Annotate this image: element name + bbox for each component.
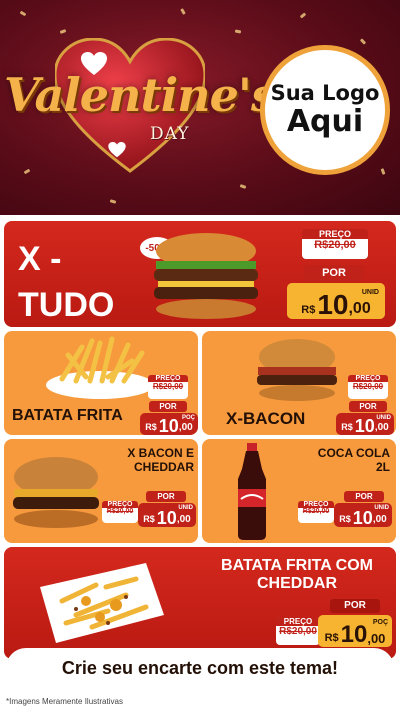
confetti — [380, 168, 386, 175]
item-name-line2: 2L — [375, 459, 390, 474]
old-price-box: PREÇO R$20,00 — [276, 617, 320, 645]
burger-image — [13, 457, 99, 528]
disclaimer-text: *Imagens Meramente Ilustrativas — [6, 697, 123, 706]
menu-card-x-bacon-cheddar: X BACON E CHEDDAR PREÇO R$20,00 POR R$ 1… — [4, 439, 198, 543]
por-label: POR — [344, 491, 384, 502]
item-name-line2: CHEDDAR — [134, 459, 194, 474]
price-tag: R$ 10 ,00 UNID — [334, 503, 392, 527]
soda-bottle-image — [238, 443, 266, 540]
price-integer: 10 — [156, 508, 177, 528]
confetti — [234, 29, 242, 34]
item-name-line1: X BACON E — [127, 446, 194, 460]
item-name: BATATA FRITA — [12, 407, 123, 424]
currency-label: R$ — [324, 632, 339, 644]
item-name-line2: CHEDDAR — [257, 575, 337, 593]
item-name: X BACON E CHEDDAR — [110, 446, 194, 475]
por-label: POR — [149, 401, 187, 412]
currency-label: R$ — [301, 304, 316, 316]
item-name-line1: BATATA FRITA COM — [221, 557, 373, 574]
confetti — [299, 12, 307, 19]
confetti — [180, 8, 186, 15]
price-integer: 10 — [158, 416, 179, 435]
confetti — [109, 199, 117, 204]
price-decimal: ,00 — [176, 514, 191, 525]
menu-card-x-bacon: X-BACON PREÇO R$20,00 POR R$ 10 ,00 UNID — [202, 331, 396, 435]
item-name: COCA COLA 2L — [294, 446, 390, 475]
price-decimal: ,00 — [374, 422, 389, 433]
burger-image — [257, 339, 337, 401]
old-price-value: R$20,00 — [352, 382, 384, 391]
old-price-box: PREÇO R$20,00 — [348, 375, 388, 399]
valentine-subtitle: DAY — [150, 124, 190, 144]
price-integer: 10 — [340, 621, 368, 648]
currency-label: R$ — [341, 422, 353, 432]
old-price-label: PREÇO — [348, 375, 388, 382]
price-tag: R$ 10 ,00 UNID — [287, 283, 385, 319]
old-price-box: PREÇO R$20,00 — [302, 229, 368, 259]
currency-label: R$ — [145, 422, 157, 432]
logo-text-line1: Sua Logo — [270, 80, 380, 105]
currency-label: R$ — [143, 514, 155, 524]
unit-label: POÇ — [181, 415, 195, 421]
por-label: POR — [349, 401, 387, 412]
currency-label: R$ — [339, 514, 351, 524]
unit-label: UNID — [361, 289, 379, 296]
old-price-label: PREÇO — [148, 375, 188, 382]
item-name: BATATA FRITA COM CHEDDAR — [204, 557, 390, 594]
menu-card-xtudo: X - TUDO -50% PREÇO R$20,00 POR R$ 10 ,0… — [4, 221, 396, 327]
price-decimal: ,00 — [372, 514, 387, 525]
price-integer: 10 — [317, 289, 349, 320]
old-price-label: PREÇO — [102, 501, 138, 508]
fries-image — [46, 336, 154, 399]
price-decimal: ,00 — [348, 300, 371, 317]
old-price-value: R$20,00 — [152, 382, 184, 391]
confetti — [239, 184, 247, 189]
old-price-value: R$20,00 — [302, 508, 330, 515]
cta-banner[interactable]: Crie seu encarte com este tema! — [6, 648, 394, 688]
price-tag: R$ 10 ,00 POÇ — [318, 615, 392, 647]
price-decimal: ,00 — [178, 422, 193, 433]
menu-card-coca-cola: COCA COLA 2L PREÇO R$20,00 POR R$ 10 ,00… — [202, 439, 396, 543]
por-label: POR — [304, 265, 364, 281]
unit-label: POÇ — [372, 619, 388, 626]
old-price-label: PREÇO — [298, 501, 334, 508]
confetti — [23, 168, 31, 175]
burger-image — [154, 233, 258, 319]
old-price-box: PREÇO R$20,00 — [102, 501, 138, 523]
fries-cheddar-image — [40, 563, 164, 643]
old-price-value: R$20,00 — [106, 508, 134, 515]
price-tag: R$ 10 ,00 UNID — [336, 413, 394, 435]
small-heart-icon — [108, 142, 126, 158]
confetti — [359, 38, 367, 45]
item-name: X - TUDO — [18, 240, 115, 324]
price-decimal: ,00 — [367, 631, 386, 646]
price-integer: 10 — [352, 508, 373, 528]
old-price-box: PREÇO R$20,00 — [298, 501, 334, 523]
price-integer: 10 — [354, 416, 375, 435]
unit-label: UNID — [374, 505, 389, 511]
por-label: POR — [330, 599, 380, 613]
header-banner: Valentine's DAY Sua Logo Aqui — [0, 0, 400, 215]
menu-card-batata-cheddar: BATATA FRITA COM CHEDDAR PREÇO R$20,00 P… — [4, 547, 396, 659]
item-name-line1: COCA COLA — [317, 446, 390, 460]
valentine-title: Valentine's — [4, 68, 277, 122]
old-price-label: PREÇO — [302, 229, 368, 239]
menu-content: X - TUDO -50% PREÇO R$20,00 POR R$ 10 ,0… — [0, 215, 400, 711]
old-price-value: R$20,00 — [279, 626, 317, 637]
confetti — [59, 29, 67, 34]
unit-label: UNID — [376, 415, 391, 421]
logo-placeholder: Sua Logo Aqui — [260, 45, 390, 175]
unit-label: UNID — [178, 505, 193, 511]
por-label: POR — [146, 491, 186, 502]
price-tag: R$ 10 ,00 UNID — [138, 503, 196, 527]
price-tag: R$ 10 ,00 POÇ — [140, 413, 198, 435]
logo-text-line2: Aqui — [286, 104, 364, 140]
old-price-label: PREÇO — [276, 617, 320, 626]
item-name: X-BACON — [226, 409, 306, 428]
old-price-box: PREÇO R$20,00 — [148, 375, 188, 399]
old-price-value: R$20,00 — [314, 239, 356, 251]
confetti — [19, 10, 27, 17]
menu-card-batata-frita: BATATA FRITA PREÇO R$20,00 POR R$ 10 ,00… — [4, 331, 198, 435]
